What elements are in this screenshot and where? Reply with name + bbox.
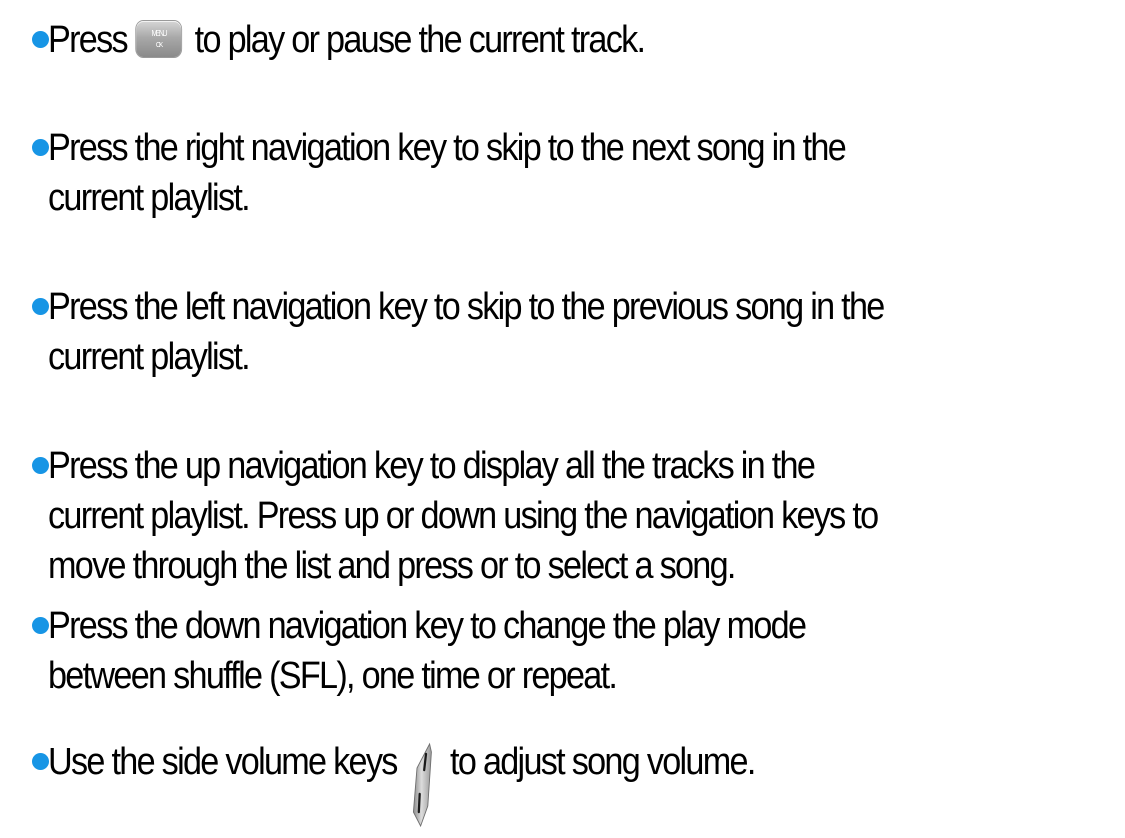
side-volume-key-icon xyxy=(410,742,435,828)
item-text-line: Press MENU OK to play or pause the curre… xyxy=(48,18,646,62)
item-text-line: move through the list and press or to se… xyxy=(48,545,736,587)
item-text-line: Press the right navigation key to skip t… xyxy=(48,127,847,169)
bullet-icon xyxy=(32,753,49,770)
bullet-icon xyxy=(32,31,49,48)
item-text-line: current playlist. xyxy=(48,177,251,219)
bullet-icon xyxy=(32,139,49,156)
item-text-line: current playlist. Press up or down using… xyxy=(48,495,879,537)
menu-ok-key-icon: MENU OK xyxy=(136,20,182,57)
item-text: to play or pause the current track. xyxy=(194,19,646,61)
item-text-line: Press the up navigation key to display a… xyxy=(48,445,816,487)
bullet-icon xyxy=(32,457,49,474)
svg-text:OK: OK xyxy=(156,42,164,49)
svg-text:MENU: MENU xyxy=(152,29,168,38)
item-text: Press xyxy=(48,19,129,61)
instructions-page: Press MENU OK to play or pause the curre… xyxy=(0,0,1125,828)
bullet-icon xyxy=(32,298,49,315)
item-text-line: Use the side volume keys to adjust song … xyxy=(48,740,756,828)
item-text-line: current playlist. xyxy=(48,336,251,378)
item-text-line: Press the left navigation key to skip to… xyxy=(48,286,885,328)
bullet-icon xyxy=(32,617,49,634)
item-text: to adjust song volume. xyxy=(450,741,756,783)
item-text-line: between shuffle (SFL), one time or repea… xyxy=(48,655,618,697)
item-text-line: Press the down navigation key to change … xyxy=(48,605,807,647)
item-text: Use the side volume keys xyxy=(48,741,398,783)
